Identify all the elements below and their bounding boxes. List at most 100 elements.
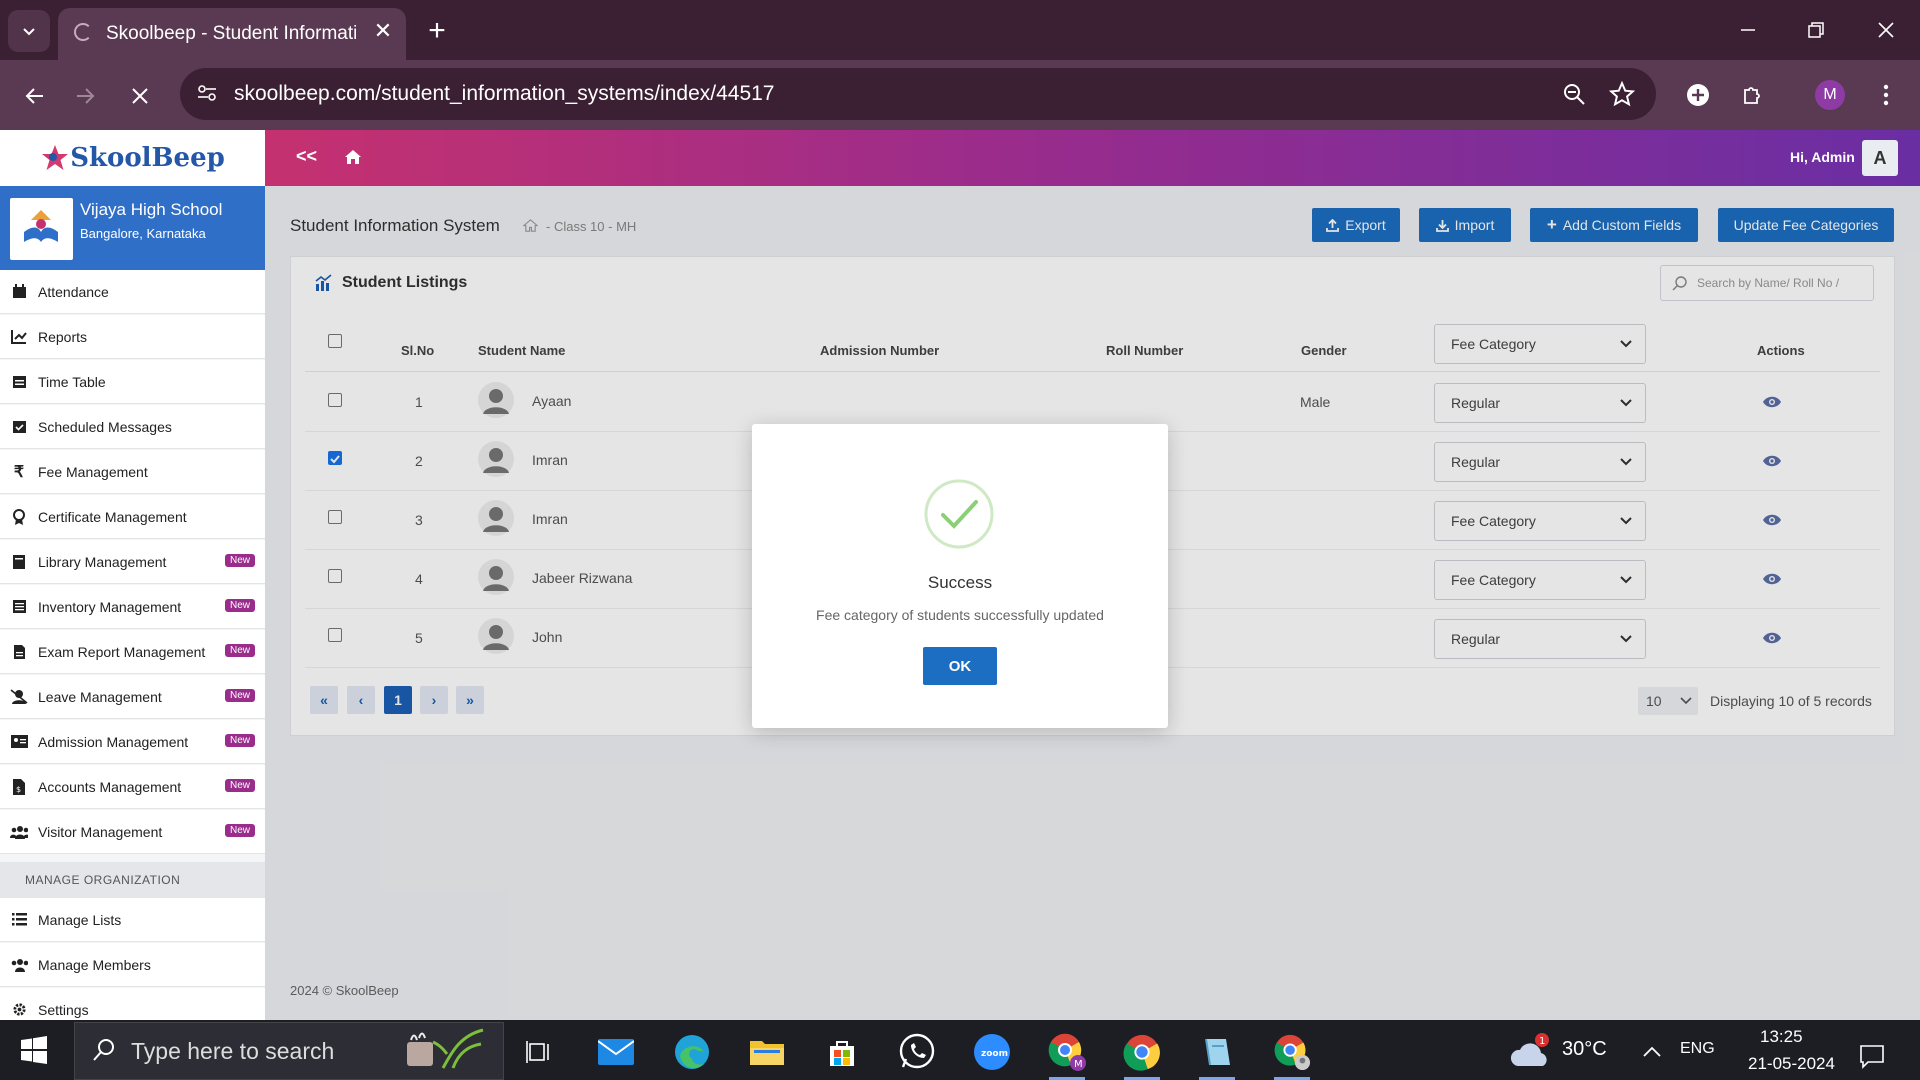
sidebar-item-accounts-management[interactable]: $ Accounts Management New bbox=[0, 765, 265, 809]
skoolbeep-logo[interactable]: SkoolBeep bbox=[0, 130, 265, 186]
home-icon[interactable] bbox=[344, 148, 364, 168]
minimize-window-button[interactable] bbox=[1720, 10, 1776, 50]
sidebar-item-label: Library Management bbox=[38, 553, 167, 570]
sidebar-item-leave-management[interactable]: Leave Management New bbox=[0, 675, 265, 719]
tab-close-icon[interactable]: ✕ bbox=[370, 18, 396, 44]
new-tab-button[interactable]: + bbox=[420, 14, 454, 48]
school-logo bbox=[10, 198, 73, 260]
sidebar-item-admission-management[interactable]: Admission Management New bbox=[0, 720, 265, 764]
loading-spinner-icon bbox=[74, 23, 92, 41]
search-highlight-icon[interactable] bbox=[400, 1026, 490, 1070]
sidebar-item-label: Attendance bbox=[38, 283, 109, 300]
sidebar-item-library-management[interactable]: Library Management New bbox=[0, 540, 265, 584]
sidebar-item-inventory-management[interactable]: Inventory Management New bbox=[0, 585, 265, 629]
profile-avatar[interactable]: M bbox=[1815, 80, 1845, 110]
sidebar-item-label: Accounts Management bbox=[38, 778, 182, 795]
calendar-check-icon bbox=[10, 418, 28, 436]
browser-tab[interactable]: Skoolbeep - Student Informatio bbox=[58, 8, 406, 60]
weather-temperature[interactable]: 30°C bbox=[1562, 1038, 1607, 1061]
chrome-profile-m-icon[interactable]: M bbox=[1045, 1030, 1089, 1080]
clock-date[interactable]: 21-05-2024 bbox=[1748, 1054, 1835, 1074]
weather-cloud-icon[interactable]: 1 bbox=[1510, 1030, 1554, 1074]
whatsapp-icon[interactable] bbox=[895, 1030, 939, 1074]
sidebar-item-manage-members[interactable]: Manage Members bbox=[0, 943, 265, 987]
ok-button[interactable]: OK bbox=[923, 647, 997, 685]
back-arrow-icon[interactable] bbox=[16, 78, 52, 114]
sidebar-item-fee-management[interactable]: ₹ Fee Management bbox=[0, 450, 265, 494]
manage-organization-section: MANAGE ORGANIZATION bbox=[0, 862, 265, 898]
admin-avatar[interactable]: A bbox=[1862, 140, 1898, 176]
tab-title: Skoolbeep - Student Informatio bbox=[106, 23, 356, 44]
url-text: skoolbeep.com/student_information_system… bbox=[234, 82, 775, 105]
success-check-icon bbox=[924, 479, 994, 549]
weather-badge: 1 bbox=[1539, 1036, 1545, 1047]
restore-window-button[interactable] bbox=[1788, 10, 1844, 50]
task-view-icon[interactable] bbox=[518, 1030, 562, 1074]
sidebar-item-manage-lists[interactable]: Manage Lists bbox=[0, 898, 265, 942]
edge-browser-icon[interactable] bbox=[670, 1030, 714, 1074]
sidebar-item-visitor-management[interactable]: Visitor Management New bbox=[0, 810, 265, 854]
chart-line-icon bbox=[10, 328, 28, 346]
chevron-up-icon[interactable] bbox=[1632, 1034, 1672, 1070]
timetable-icon bbox=[10, 373, 28, 391]
zoom-icon[interactable] bbox=[1560, 80, 1588, 108]
new-badge: New bbox=[224, 734, 255, 747]
notification-icon[interactable] bbox=[1850, 1034, 1894, 1078]
tab-search-dropdown-icon[interactable] bbox=[8, 10, 50, 52]
sidebar-item-time-table[interactable]: Time Table bbox=[0, 360, 265, 404]
sidebar-item-label: Leave Management bbox=[38, 688, 162, 705]
sidebar-item-exam-report-management[interactable]: Exam Report Management New bbox=[0, 630, 265, 674]
rupee-icon: ₹ bbox=[13, 463, 25, 481]
notepad-app-icon[interactable] bbox=[1195, 1030, 1239, 1080]
microsoft-store-icon[interactable] bbox=[820, 1030, 864, 1074]
browser-menu-icon[interactable] bbox=[1868, 77, 1904, 113]
list-icon bbox=[10, 598, 28, 616]
file-explorer-icon[interactable] bbox=[745, 1030, 789, 1074]
stop-loading-icon[interactable] bbox=[122, 78, 158, 114]
logo-star-icon bbox=[42, 145, 69, 170]
svg-text:$: $ bbox=[16, 785, 21, 794]
svg-text:M: M bbox=[1074, 1059, 1083, 1070]
bookmark-star-icon[interactable] bbox=[1608, 80, 1636, 108]
forward-arrow-icon[interactable] bbox=[68, 78, 104, 114]
sidebar-item-attendance[interactable]: Attendance bbox=[0, 270, 265, 314]
logo-text: SkoolBeep bbox=[70, 143, 225, 173]
sidebar-item-label: Manage Members bbox=[38, 956, 151, 973]
site-info-icon[interactable] bbox=[196, 82, 218, 104]
extension-add-icon[interactable] bbox=[1680, 77, 1716, 113]
sidebar-item-label: Scheduled Messages bbox=[38, 418, 172, 435]
language-indicator[interactable]: ENG bbox=[1680, 1040, 1715, 1058]
clock-time[interactable]: 13:25 bbox=[1760, 1027, 1803, 1047]
taskbar-search-placeholder: Type here to search bbox=[131, 1037, 335, 1064]
sidebar-item-label: Inventory Management bbox=[38, 598, 182, 615]
sidebar-item-scheduled-messages[interactable]: Scheduled Messages bbox=[0, 405, 265, 449]
certificate-icon bbox=[10, 508, 28, 526]
extensions-puzzle-icon[interactable] bbox=[1735, 77, 1771, 113]
users-icon bbox=[10, 956, 28, 974]
sidebar-item-certificate-management[interactable]: Certificate Management bbox=[0, 495, 265, 539]
sidebar-item-label: Settings bbox=[38, 1001, 89, 1018]
sidebar-item-label: Admission Management bbox=[38, 733, 189, 750]
report-icon bbox=[10, 643, 28, 661]
dialog-title: Success bbox=[927, 573, 993, 592]
close-window-button[interactable] bbox=[1858, 10, 1914, 50]
sidebar: Attendance Reports Time Table Scheduled … bbox=[0, 270, 265, 1032]
sidebar-item-label: Manage Lists bbox=[38, 911, 122, 928]
new-badge: New bbox=[224, 644, 255, 657]
collapse-sidebar-button[interactable]: << bbox=[296, 146, 317, 167]
chrome-profile-icon[interactable] bbox=[1270, 1030, 1314, 1080]
calendar-icon bbox=[10, 283, 28, 301]
dialog-message: Fee category of students successfully up… bbox=[816, 607, 1104, 623]
windows-start-icon[interactable] bbox=[20, 1036, 48, 1064]
greeting-text: Hi, Admin bbox=[1790, 149, 1855, 165]
users-icon bbox=[10, 823, 28, 841]
zoom-app-icon[interactable]: zoom bbox=[970, 1030, 1014, 1074]
sidebar-item-reports[interactable]: Reports bbox=[0, 315, 265, 359]
mail-app-icon[interactable] bbox=[594, 1030, 638, 1074]
address-bar[interactable]: skoolbeep.com/student_information_system… bbox=[180, 68, 1656, 120]
list-ul-icon bbox=[10, 911, 28, 929]
chrome-browser-icon[interactable] bbox=[1120, 1030, 1164, 1080]
id-card-icon bbox=[10, 733, 28, 751]
new-badge: New bbox=[224, 689, 255, 702]
new-badge: New bbox=[224, 779, 255, 792]
